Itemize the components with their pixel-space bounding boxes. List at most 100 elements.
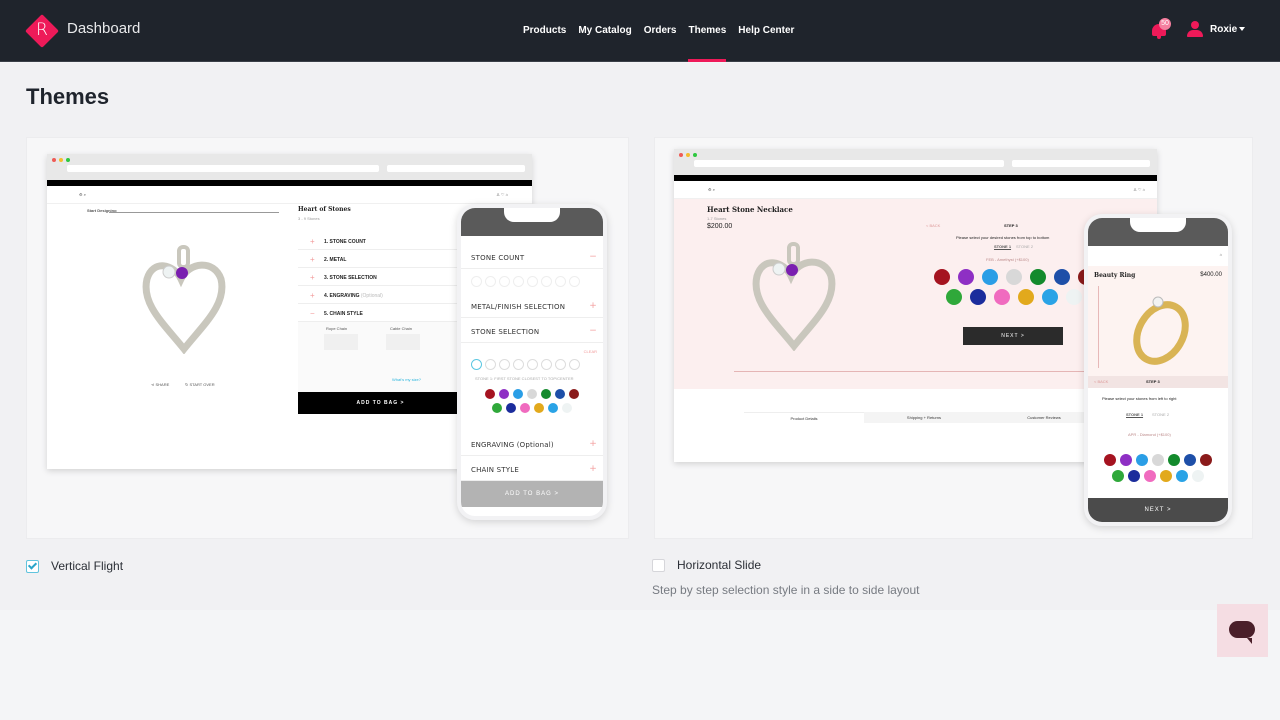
gem-swatch[interactable] xyxy=(1192,470,1204,482)
clear-button[interactable]: CLEAR xyxy=(584,349,597,354)
add-to-bag-button[interactable]: ADD TO BAG > xyxy=(298,392,463,414)
gem-swatch[interactable] xyxy=(527,389,537,399)
mobile-row[interactable]: STONE SELECTION − xyxy=(461,318,603,343)
vertical-flight-checkbox[interactable] xyxy=(26,560,39,573)
page-title: Themes xyxy=(26,84,110,109)
gem-swatch[interactable] xyxy=(970,289,986,305)
gem-swatch[interactable] xyxy=(534,403,544,413)
gem-swatch[interactable] xyxy=(946,289,962,305)
gem-swatch[interactable] xyxy=(1054,269,1070,285)
product-title: Heart of Stones xyxy=(298,206,351,213)
logo-letter: R xyxy=(36,20,48,40)
heart-pendant-image xyxy=(142,245,226,354)
gem-swatch[interactable] xyxy=(982,269,998,285)
notification-badge: 50 xyxy=(1159,18,1171,30)
gem-swatch[interactable] xyxy=(499,389,509,399)
gem-swatch[interactable] xyxy=(1128,470,1140,482)
accordion-item[interactable]: +1. STONE COUNT xyxy=(298,232,463,250)
gem-palette xyxy=(461,385,603,417)
gem-swatch[interactable] xyxy=(1144,470,1156,482)
browser-chrome xyxy=(674,149,1157,175)
gem-swatch[interactable] xyxy=(1112,470,1124,482)
gem-swatch[interactable] xyxy=(1160,470,1172,482)
gem-swatch[interactable] xyxy=(562,403,572,413)
back-button[interactable]: < BACK xyxy=(1094,379,1108,384)
stone-tab[interactable]: STONE 1 xyxy=(1126,412,1143,417)
nav-my-catalog[interactable]: My Catalog xyxy=(578,0,631,62)
stone-tab[interactable]: STONE 2 xyxy=(1016,244,1033,249)
gem-swatch[interactable] xyxy=(492,403,502,413)
ring-image xyxy=(1133,296,1189,365)
mobile-preview: STONE COUNT − METAL/FINISH SELECTION + STO… xyxy=(457,204,607,520)
accordion-item[interactable]: −5. CHAIN STYLE xyxy=(298,304,463,322)
start-over-button[interactable]: ↻ START OVER xyxy=(185,382,215,387)
gem-swatch[interactable] xyxy=(1018,289,1034,305)
gem-swatch[interactable] xyxy=(506,403,516,413)
user-menu-name[interactable]: Roxie xyxy=(1210,24,1237,35)
horizontal-slide-checkbox[interactable] xyxy=(652,559,665,572)
gem-swatch[interactable] xyxy=(1176,470,1188,482)
product-tabs: Product Details Shipping + Returns Custo… xyxy=(744,412,1104,423)
product-subtitle: 3 - 9 Stones xyxy=(298,216,320,221)
product-title: Heart Stone Necklace xyxy=(707,205,793,214)
brand-logo[interactable]: R xyxy=(25,14,59,48)
chevron-down-icon[interactable] xyxy=(1239,27,1245,31)
gem-swatch[interactable] xyxy=(958,269,974,285)
chat-widget-button[interactable] xyxy=(1217,604,1268,657)
gem-swatch[interactable] xyxy=(569,389,579,399)
gem-swatch[interactable] xyxy=(1030,269,1046,285)
size-link[interactable]: What's my size? xyxy=(392,377,421,382)
gem-swatch[interactable] xyxy=(520,403,530,413)
tab-product-details[interactable]: Product Details xyxy=(744,412,864,423)
gem-swatch[interactable] xyxy=(994,289,1010,305)
gem-swatch[interactable] xyxy=(555,389,565,399)
gem-swatch[interactable] xyxy=(1066,289,1082,305)
gem-swatch[interactable] xyxy=(934,269,950,285)
nav-products[interactable]: Products xyxy=(523,0,566,62)
tab-shipping-returns[interactable]: Shipping + Returns xyxy=(864,412,984,423)
gem-swatch[interactable] xyxy=(485,389,495,399)
mobile-row[interactable]: STONE COUNT − xyxy=(461,244,603,269)
horizontal-slide-label[interactable]: Horizontal Slide xyxy=(677,558,761,572)
browser-chrome xyxy=(47,154,532,180)
page-footer-area xyxy=(0,610,1280,720)
mobile-row[interactable]: ENGRAVING (Optional) + xyxy=(461,431,603,456)
accordion: +1. STONE COUNT +2. METAL +3. STONE SELE… xyxy=(298,232,463,397)
product-hero: Beauty Ring $400.00 xyxy=(1088,266,1228,376)
heart-pendant-image xyxy=(752,242,836,351)
nav-themes[interactable]: Themes xyxy=(688,0,726,62)
mobile-preview: ⌂ Beauty Ring $400.00 < BACK STEP 3 Plea… xyxy=(1084,214,1232,526)
nav-orders[interactable]: Orders xyxy=(644,0,677,62)
stone-tab[interactable]: STONE 2 xyxy=(1152,412,1169,417)
chat-bubble-icon xyxy=(1229,621,1255,638)
theme-card-vertical-flight[interactable]: ⚙ ⌕ ♙ ♡ ⌂ Start Designing ⋖ SHARE ↻ START… xyxy=(26,137,629,539)
vertical-flight-label[interactable]: Vertical Flight xyxy=(51,559,123,573)
theme-card-horizontal-slide[interactable]: ⚙ ⌕ ♙ ♡ ⌂ Heart Stone Necklace 1-7 Stones… xyxy=(654,137,1253,539)
accordion-item[interactable]: +4. ENGRAVING (Optional) xyxy=(298,286,463,304)
mobile-row[interactable]: METAL/FINISH SELECTION + xyxy=(461,293,603,318)
horizontal-slide-description: Step by step selection style in a side t… xyxy=(652,583,920,597)
nav-help-center[interactable]: Help Center xyxy=(738,0,794,62)
gem-swatch[interactable] xyxy=(548,403,558,413)
accordion-item[interactable]: +3. STONE SELECTION xyxy=(298,268,463,286)
gem-swatch[interactable] xyxy=(513,389,523,399)
product-price: $200.00 xyxy=(707,223,733,230)
mobile-add-to-bag-button[interactable]: ADD TO BAG > xyxy=(461,481,603,507)
user-icon[interactable] xyxy=(1187,21,1203,37)
mobile-next-button[interactable]: NEXT > xyxy=(1088,498,1228,522)
gem-palette xyxy=(1088,454,1228,482)
stone-selection-panel: CLEAR STONE 1: FIRST STONE CLOSEST TO TO… xyxy=(461,343,603,431)
brand-title[interactable]: Dashboard xyxy=(67,20,140,37)
gem-swatch[interactable] xyxy=(1042,289,1058,305)
back-button[interactable]: < BACK xyxy=(926,223,940,228)
progress-tracker: Start Designing xyxy=(87,208,279,218)
stone-count-options xyxy=(461,269,603,293)
main-nav: Products My Catalog Orders Themes Help C… xyxy=(523,0,794,62)
stone-tab[interactable]: STONE 1 xyxy=(994,244,1011,249)
accordion-item[interactable]: +2. METAL xyxy=(298,250,463,268)
gem-swatch[interactable] xyxy=(541,389,551,399)
gem-swatch[interactable] xyxy=(1006,269,1022,285)
next-button[interactable]: NEXT > xyxy=(963,327,1063,345)
mobile-row[interactable]: CHAIN STYLE + xyxy=(461,456,603,481)
share-button[interactable]: ⋖ SHARE xyxy=(151,382,169,387)
